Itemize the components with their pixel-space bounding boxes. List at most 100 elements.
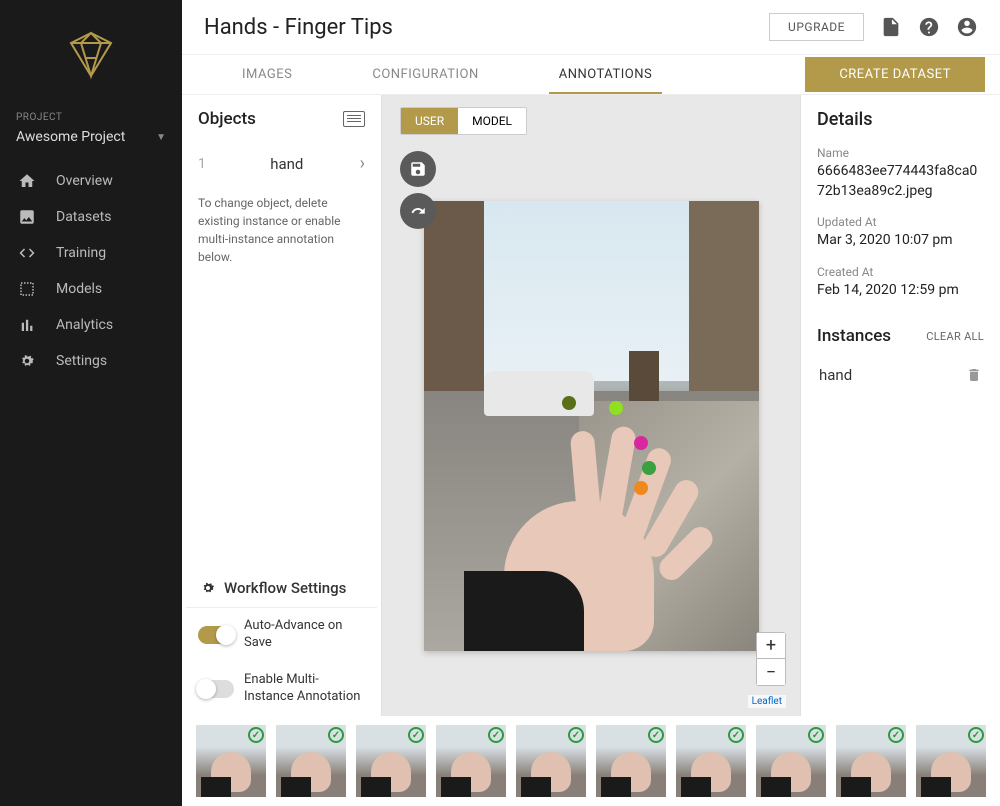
updated-value: Mar 3, 2020 10:07 pm — [817, 231, 984, 251]
objects-panel: Objects 1 hand › To change object, delet… — [182, 95, 382, 716]
thumbnail[interactable] — [516, 725, 586, 797]
document-icon[interactable] — [880, 16, 902, 38]
objects-title: Objects — [198, 109, 256, 129]
sidebar: PROJECT Awesome Project ▼ Overview Datas… — [0, 0, 182, 806]
objects-hint: To change object, delete existing instan… — [182, 184, 381, 276]
thumbnail[interactable] — [836, 725, 906, 797]
project-selector[interactable]: Awesome Project ▼ — [0, 127, 182, 163]
chart-icon — [18, 316, 36, 334]
tabs-row: IMAGES CONFIGURATION ANNOTATIONS CREATE … — [182, 55, 1000, 95]
save-button[interactable] — [400, 151, 436, 187]
check-icon — [488, 727, 504, 743]
thumbnail[interactable] — [596, 725, 666, 797]
keypoint[interactable] — [634, 436, 648, 450]
details-title: Details — [817, 109, 984, 130]
annotation-canvas[interactable] — [424, 201, 759, 651]
check-icon — [248, 727, 264, 743]
name-label: Name — [817, 146, 984, 160]
name-value: 6666483ee774443fa8ca072b13ea89c2.jpeg — [817, 162, 984, 201]
page-title: Hands - Finger Tips — [204, 15, 393, 40]
tab-images[interactable]: IMAGES — [232, 67, 302, 94]
help-icon[interactable] — [918, 16, 940, 38]
gear-icon — [200, 580, 216, 596]
zoom-out-button[interactable]: − — [757, 659, 785, 685]
auto-advance-toggle[interactable] — [198, 626, 234, 644]
keyboard-icon[interactable] — [343, 111, 365, 127]
instance-item[interactable]: hand — [817, 358, 984, 392]
home-icon — [18, 172, 36, 190]
nav-label: Overview — [56, 173, 113, 189]
nav-analytics[interactable]: Analytics — [0, 307, 182, 343]
check-icon — [728, 727, 744, 743]
check-icon — [328, 727, 344, 743]
topbar: Hands - Finger Tips UPGRADE — [182, 0, 1000, 55]
check-icon — [648, 727, 664, 743]
thumbnail[interactable] — [356, 725, 426, 797]
project-name: Awesome Project — [16, 129, 125, 145]
dropdown-icon: ▼ — [156, 132, 166, 143]
object-index: 1 — [198, 156, 214, 172]
tabs: IMAGES CONFIGURATION ANNOTATIONS — [232, 55, 662, 94]
thumbnail[interactable] — [676, 725, 746, 797]
image-icon — [18, 208, 36, 226]
zoom-control: + − — [756, 632, 786, 686]
instance-name: hand — [819, 366, 852, 384]
thumbnail[interactable] — [916, 725, 986, 797]
thumbnail-strip — [182, 716, 1000, 806]
object-item[interactable]: 1 hand › — [182, 143, 381, 184]
tab-configuration[interactable]: CONFIGURATION — [362, 67, 488, 94]
multi-instance-label: Enable Multi-Instance Annotation — [244, 672, 365, 706]
nav-models[interactable]: Models — [0, 271, 182, 307]
mode-model-button[interactable]: MODEL — [458, 108, 526, 134]
check-icon — [808, 727, 824, 743]
gear-icon — [18, 352, 36, 370]
nav-label: Analytics — [56, 317, 113, 333]
create-dataset-button[interactable]: CREATE DATASET — [805, 57, 985, 92]
check-icon — [568, 727, 584, 743]
instances-title: Instances — [817, 326, 891, 346]
auto-advance-label: Auto-Advance on Save — [244, 618, 365, 652]
thumbnail[interactable] — [196, 725, 266, 797]
check-icon — [888, 727, 904, 743]
nav-overview[interactable]: Overview — [0, 163, 182, 199]
created-value: Feb 14, 2020 12:59 pm — [817, 281, 984, 301]
object-name: hand — [228, 155, 346, 173]
zoom-in-button[interactable]: + — [757, 633, 785, 659]
upgrade-button[interactable]: UPGRADE — [769, 13, 864, 41]
thumbnail[interactable] — [756, 725, 826, 797]
check-icon — [968, 727, 984, 743]
tab-annotations[interactable]: ANNOTATIONS — [549, 67, 662, 94]
thumbnail[interactable] — [276, 725, 346, 797]
created-label: Created At — [817, 265, 984, 279]
nav-label: Models — [56, 281, 102, 297]
grid-icon — [18, 280, 36, 298]
account-icon[interactable] — [956, 16, 978, 38]
code-icon — [18, 244, 36, 262]
project-label: PROJECT — [0, 112, 182, 127]
keypoint[interactable] — [562, 396, 576, 410]
keypoint[interactable] — [634, 481, 648, 495]
main: Hands - Finger Tips UPGRADE IMAGES CONFI… — [182, 0, 1000, 806]
multi-instance-toggle[interactable] — [198, 680, 234, 698]
workspace: Objects 1 hand › To change object, delet… — [182, 95, 1000, 716]
keypoint[interactable] — [609, 401, 623, 415]
canvas-area: USER MODEL + — [382, 95, 800, 716]
clear-all-button[interactable]: CLEAR ALL — [926, 330, 984, 343]
nav-settings[interactable]: Settings — [0, 343, 182, 379]
nav-training[interactable]: Training — [0, 235, 182, 271]
nav-datasets[interactable]: Datasets — [0, 199, 182, 235]
chevron-right-icon: › — [360, 153, 365, 174]
keypoint[interactable] — [642, 461, 656, 475]
leaflet-attribution[interactable]: Leaflet — [748, 695, 786, 708]
nav-label: Datasets — [56, 209, 111, 225]
trash-icon[interactable] — [966, 367, 982, 383]
thumbnail[interactable] — [436, 725, 506, 797]
nav-label: Settings — [56, 353, 107, 369]
workflow-title: Workflow Settings — [224, 579, 346, 597]
nav-label: Training — [56, 245, 106, 261]
mode-toggle: USER MODEL — [400, 107, 527, 135]
logo — [0, 18, 182, 112]
redo-button[interactable] — [400, 193, 436, 229]
mode-user-button[interactable]: USER — [401, 108, 458, 134]
details-panel: Details Name 6666483ee774443fa8ca072b13e… — [800, 95, 1000, 716]
